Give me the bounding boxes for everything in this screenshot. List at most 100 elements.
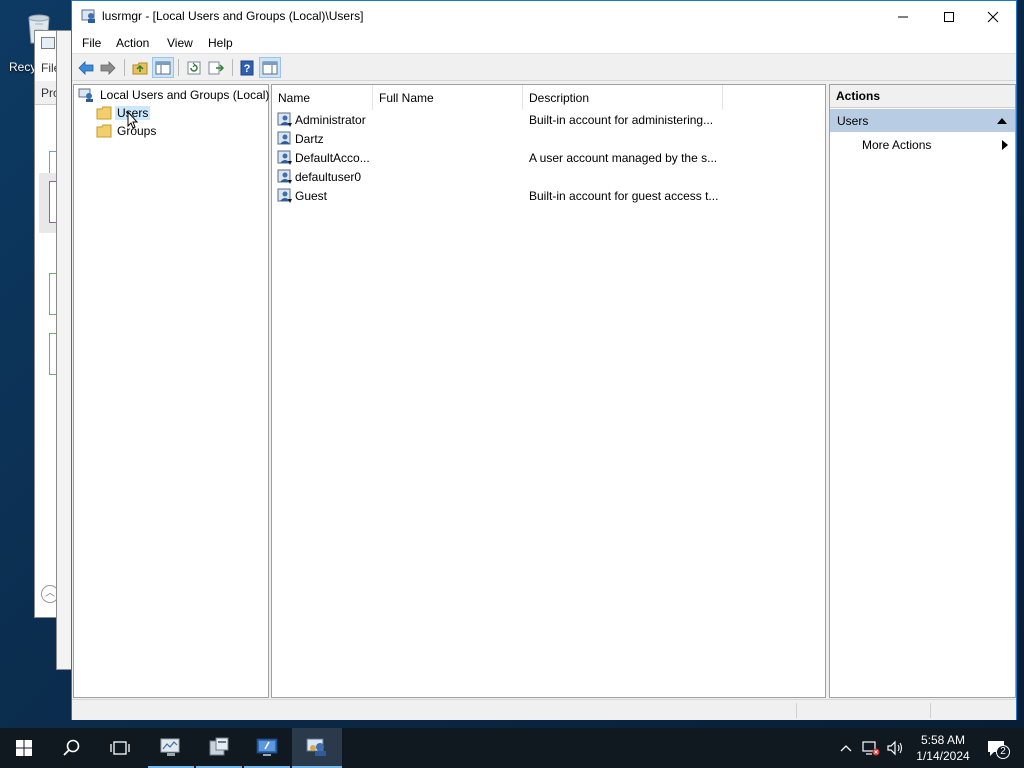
list-item[interactable]: Administrator Built-in account for admin…: [272, 110, 825, 129]
local-users-icon: [306, 738, 326, 756]
recycle-bin-label: Recy: [9, 60, 37, 74]
search-icon: [63, 739, 80, 756]
show-hide-tree-icon: [155, 61, 171, 74]
windows-logo-icon: [16, 740, 32, 756]
show-hidden-icons-button[interactable]: [836, 728, 856, 768]
search-button[interactable]: [48, 728, 96, 768]
user-description: Built-in account for guest access t...: [529, 188, 719, 203]
help-icon: ?: [240, 60, 254, 75]
refresh-icon: [187, 61, 201, 74]
column-header-description[interactable]: Description: [523, 85, 723, 110]
volume-button[interactable]: [884, 728, 906, 768]
user-name: defaultuser0: [295, 169, 362, 184]
status-bar: [72, 699, 1016, 720]
network-status-button[interactable]: [860, 728, 882, 768]
folder-icon: [96, 106, 112, 120]
submenu-arrow-icon: [1002, 140, 1008, 150]
tree-root[interactable]: Local Users and Groups (Local): [78, 86, 271, 104]
user-description: Built-in account for administering...: [529, 112, 714, 127]
desktop: Recy File Pro ︿ lusrmgr - [Local Users a…: [0, 0, 1024, 728]
user-icon: [277, 150, 292, 165]
column-header-full-name[interactable]: Full Name: [373, 85, 523, 110]
up-folder-icon: [132, 62, 148, 74]
help-button[interactable]: ?: [236, 57, 258, 78]
folder-icon: [96, 124, 112, 138]
column-header-name[interactable]: Name: [272, 85, 373, 110]
user-description: A user account managed by the s...: [529, 150, 718, 165]
close-button[interactable]: [970, 1, 1016, 32]
clock-date: 1/14/2024: [916, 749, 970, 763]
users-console-icon: [81, 9, 95, 23]
user-description: [529, 129, 719, 148]
list-header: Name Full Name Description: [272, 85, 825, 110]
title-bar[interactable]: lusrmgr - [Local Users and Groups (Local…: [72, 1, 1016, 32]
clock-time: 5:58 AM: [920, 733, 966, 747]
maximize-icon: [944, 11, 954, 22]
computer-management-icon: [256, 738, 278, 756]
back-button[interactable]: [75, 57, 97, 78]
tree-root-label: Local Users and Groups (Local): [100, 88, 270, 102]
svg-text:?: ?: [244, 63, 251, 75]
user-name: Administrator: [295, 112, 366, 127]
menu-view[interactable]: View: [167, 36, 193, 50]
back-arrow-icon: [78, 60, 94, 75]
menu-help[interactable]: Help: [208, 36, 233, 50]
list-item[interactable]: Dartz: [272, 129, 825, 148]
taskbar-app-monitor[interactable]: [148, 728, 194, 768]
forward-button[interactable]: [97, 57, 119, 78]
notification-badge: 2: [996, 745, 1010, 759]
window-icon: [41, 37, 55, 49]
maximize-button[interactable]: [926, 1, 972, 32]
server-manager-icon: [209, 737, 229, 756]
more-actions-label: More Actions: [862, 138, 932, 152]
user-full-name: [379, 129, 523, 148]
list-item[interactable]: DefaultAcco... A user account managed by…: [272, 148, 825, 167]
lusrmgr-window: lusrmgr - [Local Users and Groups (Local…: [71, 0, 1017, 720]
performance-monitor-icon: [160, 738, 180, 756]
actions-header: Actions: [830, 85, 1015, 108]
user-name: DefaultAcco...: [295, 150, 370, 165]
speaker-icon: [887, 740, 903, 756]
taskbar-clock[interactable]: 5:58 AM 1/14/2024: [908, 732, 978, 764]
collapse-up-icon: [997, 118, 1007, 124]
close-icon: [987, 11, 999, 22]
actions-group-users[interactable]: Users: [830, 109, 1015, 132]
user-icon: [277, 112, 292, 127]
show-hide-action-pane-button[interactable]: [259, 57, 281, 78]
user-list: Name Full Name Description Administrator…: [271, 84, 826, 698]
minimize-button[interactable]: [880, 1, 926, 32]
more-actions-item[interactable]: More Actions: [830, 134, 1015, 156]
minimize-icon: [898, 16, 908, 17]
user-full-name: [379, 148, 523, 167]
tree-item-users[interactable]: Users: [96, 104, 151, 122]
window-title: lusrmgr - [Local Users and Groups (Local…: [102, 9, 364, 23]
list-item[interactable]: defaultuser0: [272, 167, 825, 186]
tree-pane: Local Users and Groups (Local) Users Gro…: [73, 84, 269, 698]
menu-action[interactable]: Action: [116, 36, 149, 50]
start-button[interactable]: [0, 728, 48, 768]
user-full-name: [379, 167, 523, 186]
toolbar: ?: [72, 54, 1016, 81]
menu-file[interactable]: File: [82, 36, 101, 50]
network-disconnected-icon: [862, 741, 880, 756]
taskbar-app-lusrmgr[interactable]: [292, 728, 342, 768]
task-view-button[interactable]: [96, 728, 144, 768]
export-list-button[interactable]: [205, 57, 227, 78]
user-icon: [277, 131, 291, 144]
taskbar-app-server-manager[interactable]: [196, 728, 242, 768]
forward-arrow-icon: [100, 60, 116, 75]
user-full-name: [379, 186, 523, 205]
taskbar-app-computer-management[interactable]: [244, 728, 290, 768]
computer-users-icon: [78, 88, 93, 102]
taskbar: 5:58 AM 1/14/2024 2: [0, 728, 1024, 768]
show-hide-tree-button[interactable]: [152, 57, 174, 78]
refresh-button[interactable]: [183, 57, 205, 78]
up-one-level-button[interactable]: [129, 57, 151, 78]
list-item[interactable]: Guest Built-in account for guest access …: [272, 186, 825, 205]
action-center-button[interactable]: 2: [980, 728, 1012, 768]
user-full-name: [379, 110, 523, 129]
mouse-cursor-icon: [127, 111, 139, 129]
user-icon: [277, 188, 292, 203]
chevron-up-icon: [840, 745, 852, 752]
user-name: Guest: [295, 188, 328, 203]
